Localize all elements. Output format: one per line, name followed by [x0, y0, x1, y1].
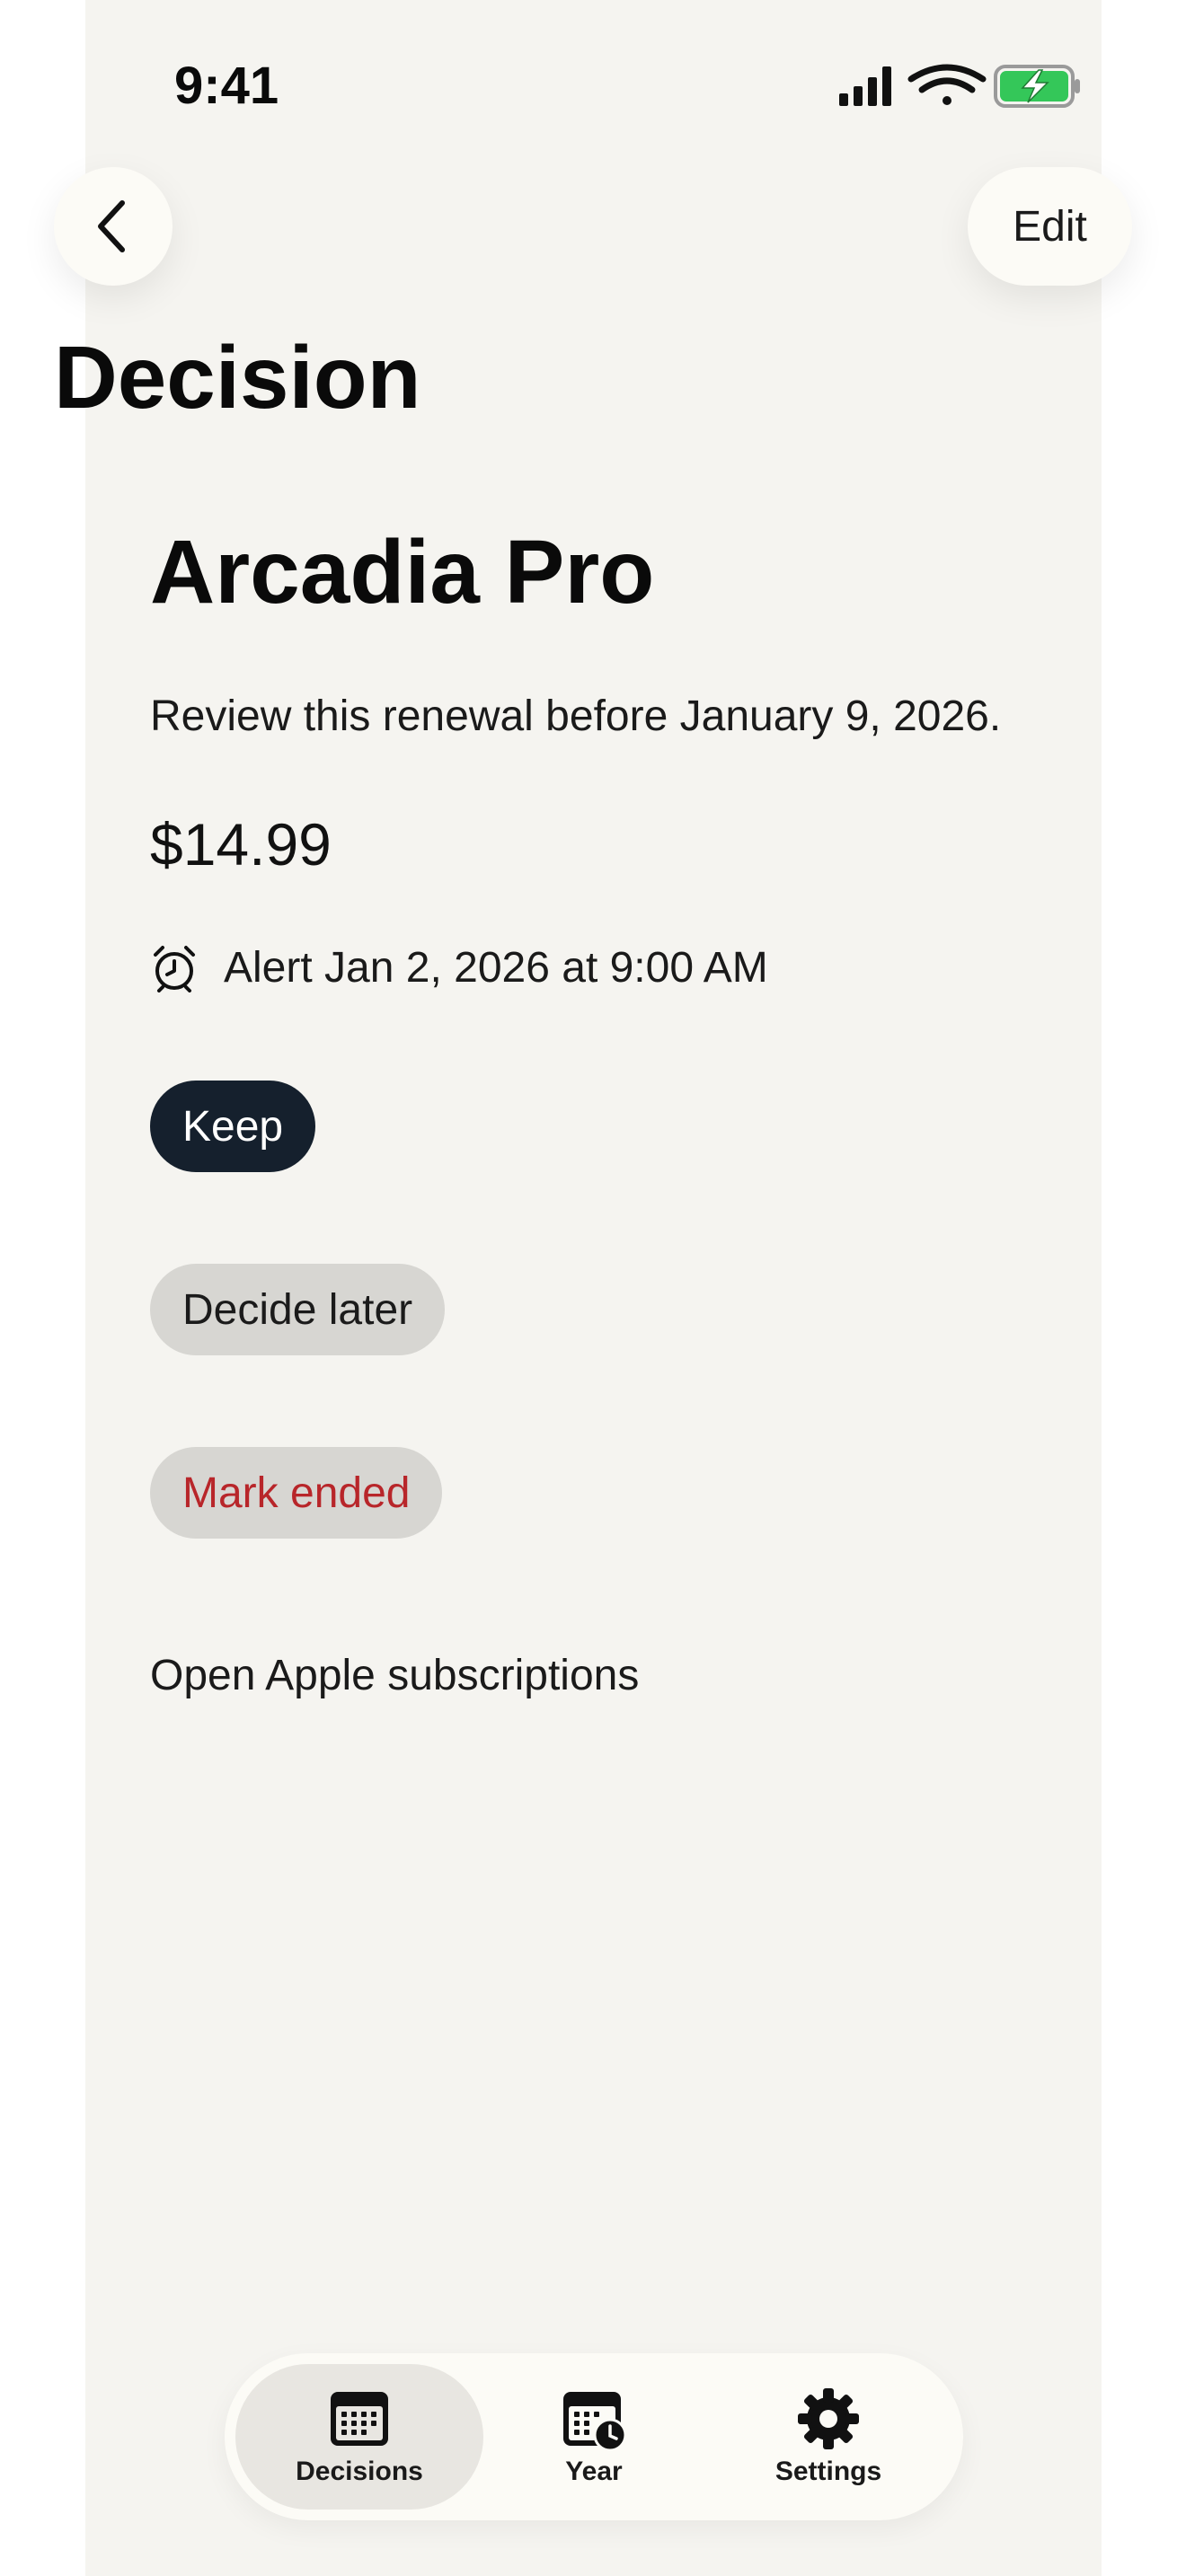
wifi-icon [907, 64, 987, 105]
keep-button[interactable]: Keep [150, 1081, 316, 1172]
calendar-icon [331, 2392, 388, 2446]
alarm-clock-icon [154, 945, 195, 992]
alert-row: Alert Jan 2, 2026 at 9:00 AM [150, 943, 768, 992]
tab-decisions[interactable]: Decisions [235, 2364, 483, 2510]
edit-button[interactable]: Edit [968, 167, 1132, 286]
battery-charging-icon [994, 65, 1080, 108]
status-icons [839, 64, 1080, 108]
renewal-description: Review this renewal before January 9, 20… [150, 693, 1002, 740]
tab-label: Year [565, 2457, 623, 2486]
tab-label: Decisions [296, 2457, 423, 2486]
tab-bar: Decisions Year Settings [225, 2353, 963, 2520]
tab-label: Settings [774, 2457, 882, 2486]
gear-icon [798, 2388, 859, 2449]
signal-icon [839, 66, 891, 106]
chevron-left-icon [98, 200, 125, 252]
tab-settings[interactable]: Settings [704, 2364, 952, 2510]
decide-later-button[interactable]: Decide later [150, 1264, 446, 1355]
page-title: Decision [54, 328, 421, 427]
back-button[interactable] [54, 167, 173, 286]
status-time: 9:41 [174, 57, 279, 115]
subscription-name: Arcadia Pro [150, 522, 655, 622]
alert-text: Alert Jan 2, 2026 at 9:00 AM [224, 944, 768, 992]
calendar-clock-icon [563, 2392, 626, 2451]
open-apple-subscriptions-link[interactable]: Open Apple subscriptions [150, 1651, 639, 1700]
tab-year[interactable]: Year [470, 2364, 718, 2510]
subscription-price: $14.99 [150, 811, 332, 878]
mark-ended-button[interactable]: Mark ended [150, 1447, 443, 1539]
